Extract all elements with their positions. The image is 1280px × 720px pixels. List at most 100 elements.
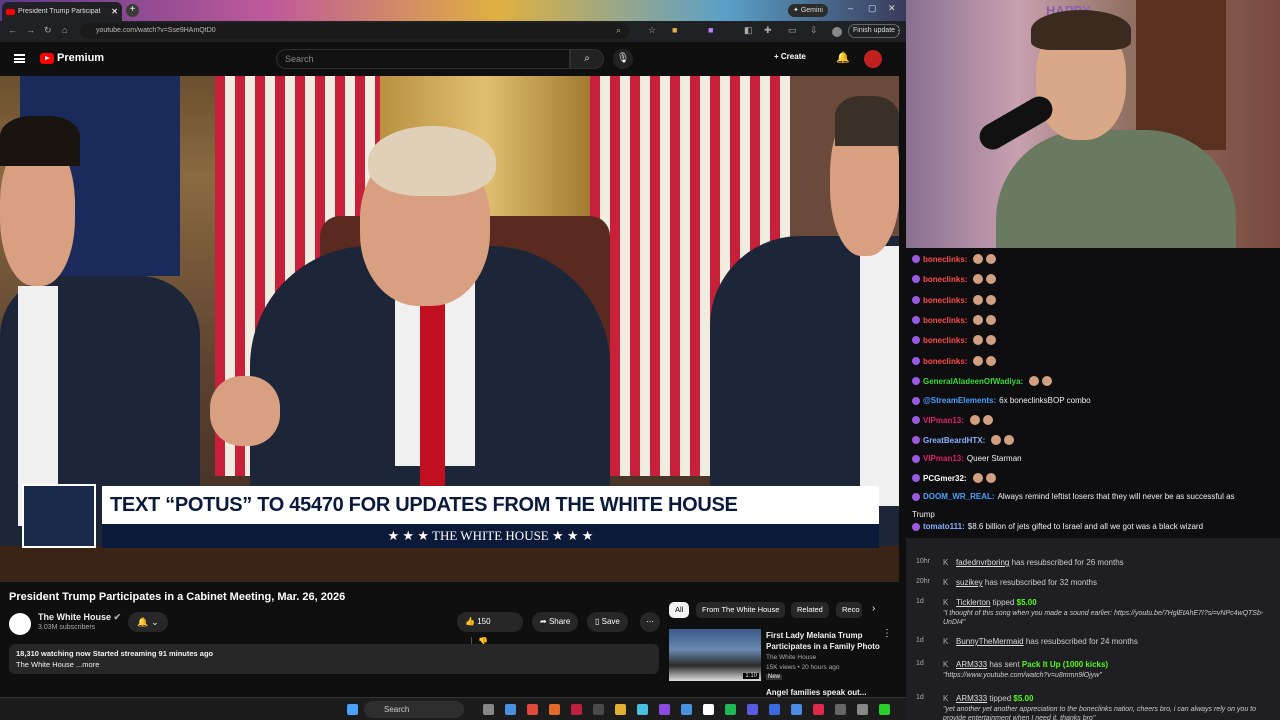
avatar[interactable] <box>864 50 882 68</box>
app-icon[interactable] <box>571 704 582 715</box>
task-view-icon[interactable] <box>483 704 494 715</box>
bell-icon: 🔔 <box>137 617 149 627</box>
extension-icon[interactable]: ◧ <box>744 25 753 36</box>
event-body: Ticklerton tipped $5.00 <box>956 598 1037 607</box>
downloads-icon[interactable]: ⇩ <box>810 25 818 36</box>
kick-icon[interactable] <box>879 704 890 715</box>
share-button[interactable]: ➦ Share <box>532 612 579 632</box>
taskbar-search[interactable]: Search <box>364 701 464 718</box>
channel-avatar[interactable] <box>9 613 31 635</box>
new-tab-button[interactable]: + <box>126 4 139 17</box>
chat-username[interactable]: boneclinks: <box>923 275 967 284</box>
description-box[interactable]: 18,310 watching now Started streaming 91… <box>9 644 659 674</box>
chat-username[interactable]: PCGmer32: <box>923 474 967 483</box>
emote-icon <box>986 254 997 264</box>
hand <box>210 376 280 446</box>
chip-from-channel[interactable]: From The White House <box>696 602 786 618</box>
spotify-icon[interactable] <box>725 704 736 715</box>
maximize-icon[interactable]: ▢ <box>868 3 877 14</box>
windows-start-icon[interactable] <box>347 704 358 715</box>
chat-message: VIPman13: Queer Starman <box>912 454 1022 463</box>
event-user[interactable]: Ticklerton <box>956 598 990 607</box>
search-input[interactable]: Search <box>276 49 570 69</box>
app-icon[interactable] <box>769 704 780 715</box>
back-icon[interactable]: ← <box>8 25 17 35</box>
save-button[interactable]: ▯ Save <box>587 612 628 632</box>
kick-icon: K <box>943 660 949 669</box>
gemini-button[interactable]: ✦ Gemini <box>788 4 828 17</box>
extension-icon[interactable]: ■ <box>672 25 677 35</box>
chevron-right-icon[interactable]: › <box>872 603 875 614</box>
channel-name[interactable]: The White House ✔ <box>38 612 121 623</box>
app-icon[interactable] <box>681 704 692 715</box>
app-icon[interactable] <box>747 704 758 715</box>
chat-username[interactable]: boneclinks: <box>923 316 967 325</box>
app-icon[interactable] <box>791 704 802 715</box>
event-user[interactable]: ARM333 <box>956 660 987 669</box>
rec-title[interactable]: First Lady Melania Trump Participates in … <box>766 630 880 652</box>
more-actions-button[interactable]: ⋯ <box>640 612 660 632</box>
chat-username[interactable]: boneclinks: <box>923 336 967 345</box>
create-button[interactable]: + Create <box>774 52 806 61</box>
voice-search-icon[interactable]: 🎙 <box>613 49 633 69</box>
rec-channel[interactable]: The White House <box>766 654 816 661</box>
chat-username[interactable]: @StreamElements: <box>923 396 996 405</box>
rec-thumbnail[interactable]: 1:10 <box>669 629 761 681</box>
notifications-bell-icon[interactable]: 🔔 <box>836 51 850 64</box>
chip-all[interactable]: All <box>669 602 690 618</box>
taskbar: Search <box>0 697 906 720</box>
finish-update-button[interactable]: Finish update <box>848 24 901 38</box>
youtube-logo-icon[interactable] <box>40 53 54 64</box>
chip-related[interactable]: Related <box>791 602 829 618</box>
close-tab-icon[interactable]: ✕ <box>111 7 118 16</box>
hamburger-menu-icon[interactable] <box>14 54 25 63</box>
event-user[interactable]: ARM333 <box>956 694 987 703</box>
bookmark-star-icon[interactable]: ☆ <box>648 25 656 36</box>
event-user[interactable]: fadednvrboring <box>956 558 1009 567</box>
app-icon[interactable] <box>813 704 824 715</box>
rec-menu-icon[interactable]: ⋮ <box>882 628 892 639</box>
chat-username[interactable]: boneclinks: <box>923 296 967 305</box>
forward-icon[interactable]: → <box>26 25 35 35</box>
tab-youtube[interactable]: President Trump Participat ✕ <box>2 2 122 21</box>
chat-username[interactable]: boneclinks: <box>923 357 967 366</box>
chat-username[interactable]: DOOM_WR_REAL: <box>923 492 995 501</box>
close-window-icon[interactable]: ✕ <box>888 3 896 14</box>
edge-icon[interactable] <box>505 704 516 715</box>
event-user[interactable]: suzikey <box>956 578 983 587</box>
app-icon[interactable] <box>857 704 868 715</box>
app-icon[interactable] <box>703 704 714 715</box>
sidebar-icon[interactable]: ▭ <box>788 25 797 36</box>
menu-dots-icon[interactable]: ⋮ <box>894 25 903 36</box>
chat-username[interactable]: GreatBeardHTX: <box>923 436 985 445</box>
event-user[interactable]: BunnyTheMermaid <box>956 637 1024 646</box>
search-button[interactable]: ⌕ <box>570 49 604 69</box>
premium-brand[interactable]: Premium <box>57 52 104 64</box>
extensions-puzzle-icon[interactable]: ✚ <box>764 25 772 36</box>
minimize-icon[interactable]: – <box>848 3 853 13</box>
chat-message: PCGmer32: <box>912 473 996 483</box>
rec-title-2[interactable]: Angel families speak out... <box>766 688 866 697</box>
like-button[interactable]: 👍 150 👎 <box>457 612 523 646</box>
chat-username[interactable]: boneclinks: <box>923 255 967 264</box>
app-icon[interactable] <box>637 704 648 715</box>
app-icon[interactable] <box>593 704 604 715</box>
chrome-icon[interactable] <box>527 704 538 715</box>
subscribed-bell-button[interactable]: 🔔 ⌄ <box>128 612 168 632</box>
profile-icon[interactable] <box>832 27 842 37</box>
chat-username[interactable]: GeneralAladeenOfWadiya: <box>923 377 1023 386</box>
app-icon[interactable] <box>835 704 846 715</box>
chat-username[interactable]: tomato111: <box>923 522 965 531</box>
chat-username[interactable]: VIPman13: <box>923 454 964 463</box>
explorer-icon[interactable] <box>615 704 626 715</box>
chip-recommended[interactable]: Reco <box>836 602 862 618</box>
chat-username[interactable]: VIPman13: <box>923 416 964 425</box>
home-icon[interactable]: ⌂ <box>62 25 67 35</box>
video-player[interactable]: TEXT “POTUS” TO 45470 FOR UPDATES FROM T… <box>0 76 899 582</box>
extension-icon[interactable]: ■ <box>708 25 713 35</box>
url-field[interactable]: youtube.com/watch?v=Sse9HAmQtD0 <box>80 23 630 39</box>
reload-icon[interactable]: ↻ <box>44 25 52 36</box>
app-icon[interactable] <box>549 704 560 715</box>
app-icon[interactable] <box>659 704 670 715</box>
zoom-icon[interactable]: ⌕ <box>616 25 621 36</box>
